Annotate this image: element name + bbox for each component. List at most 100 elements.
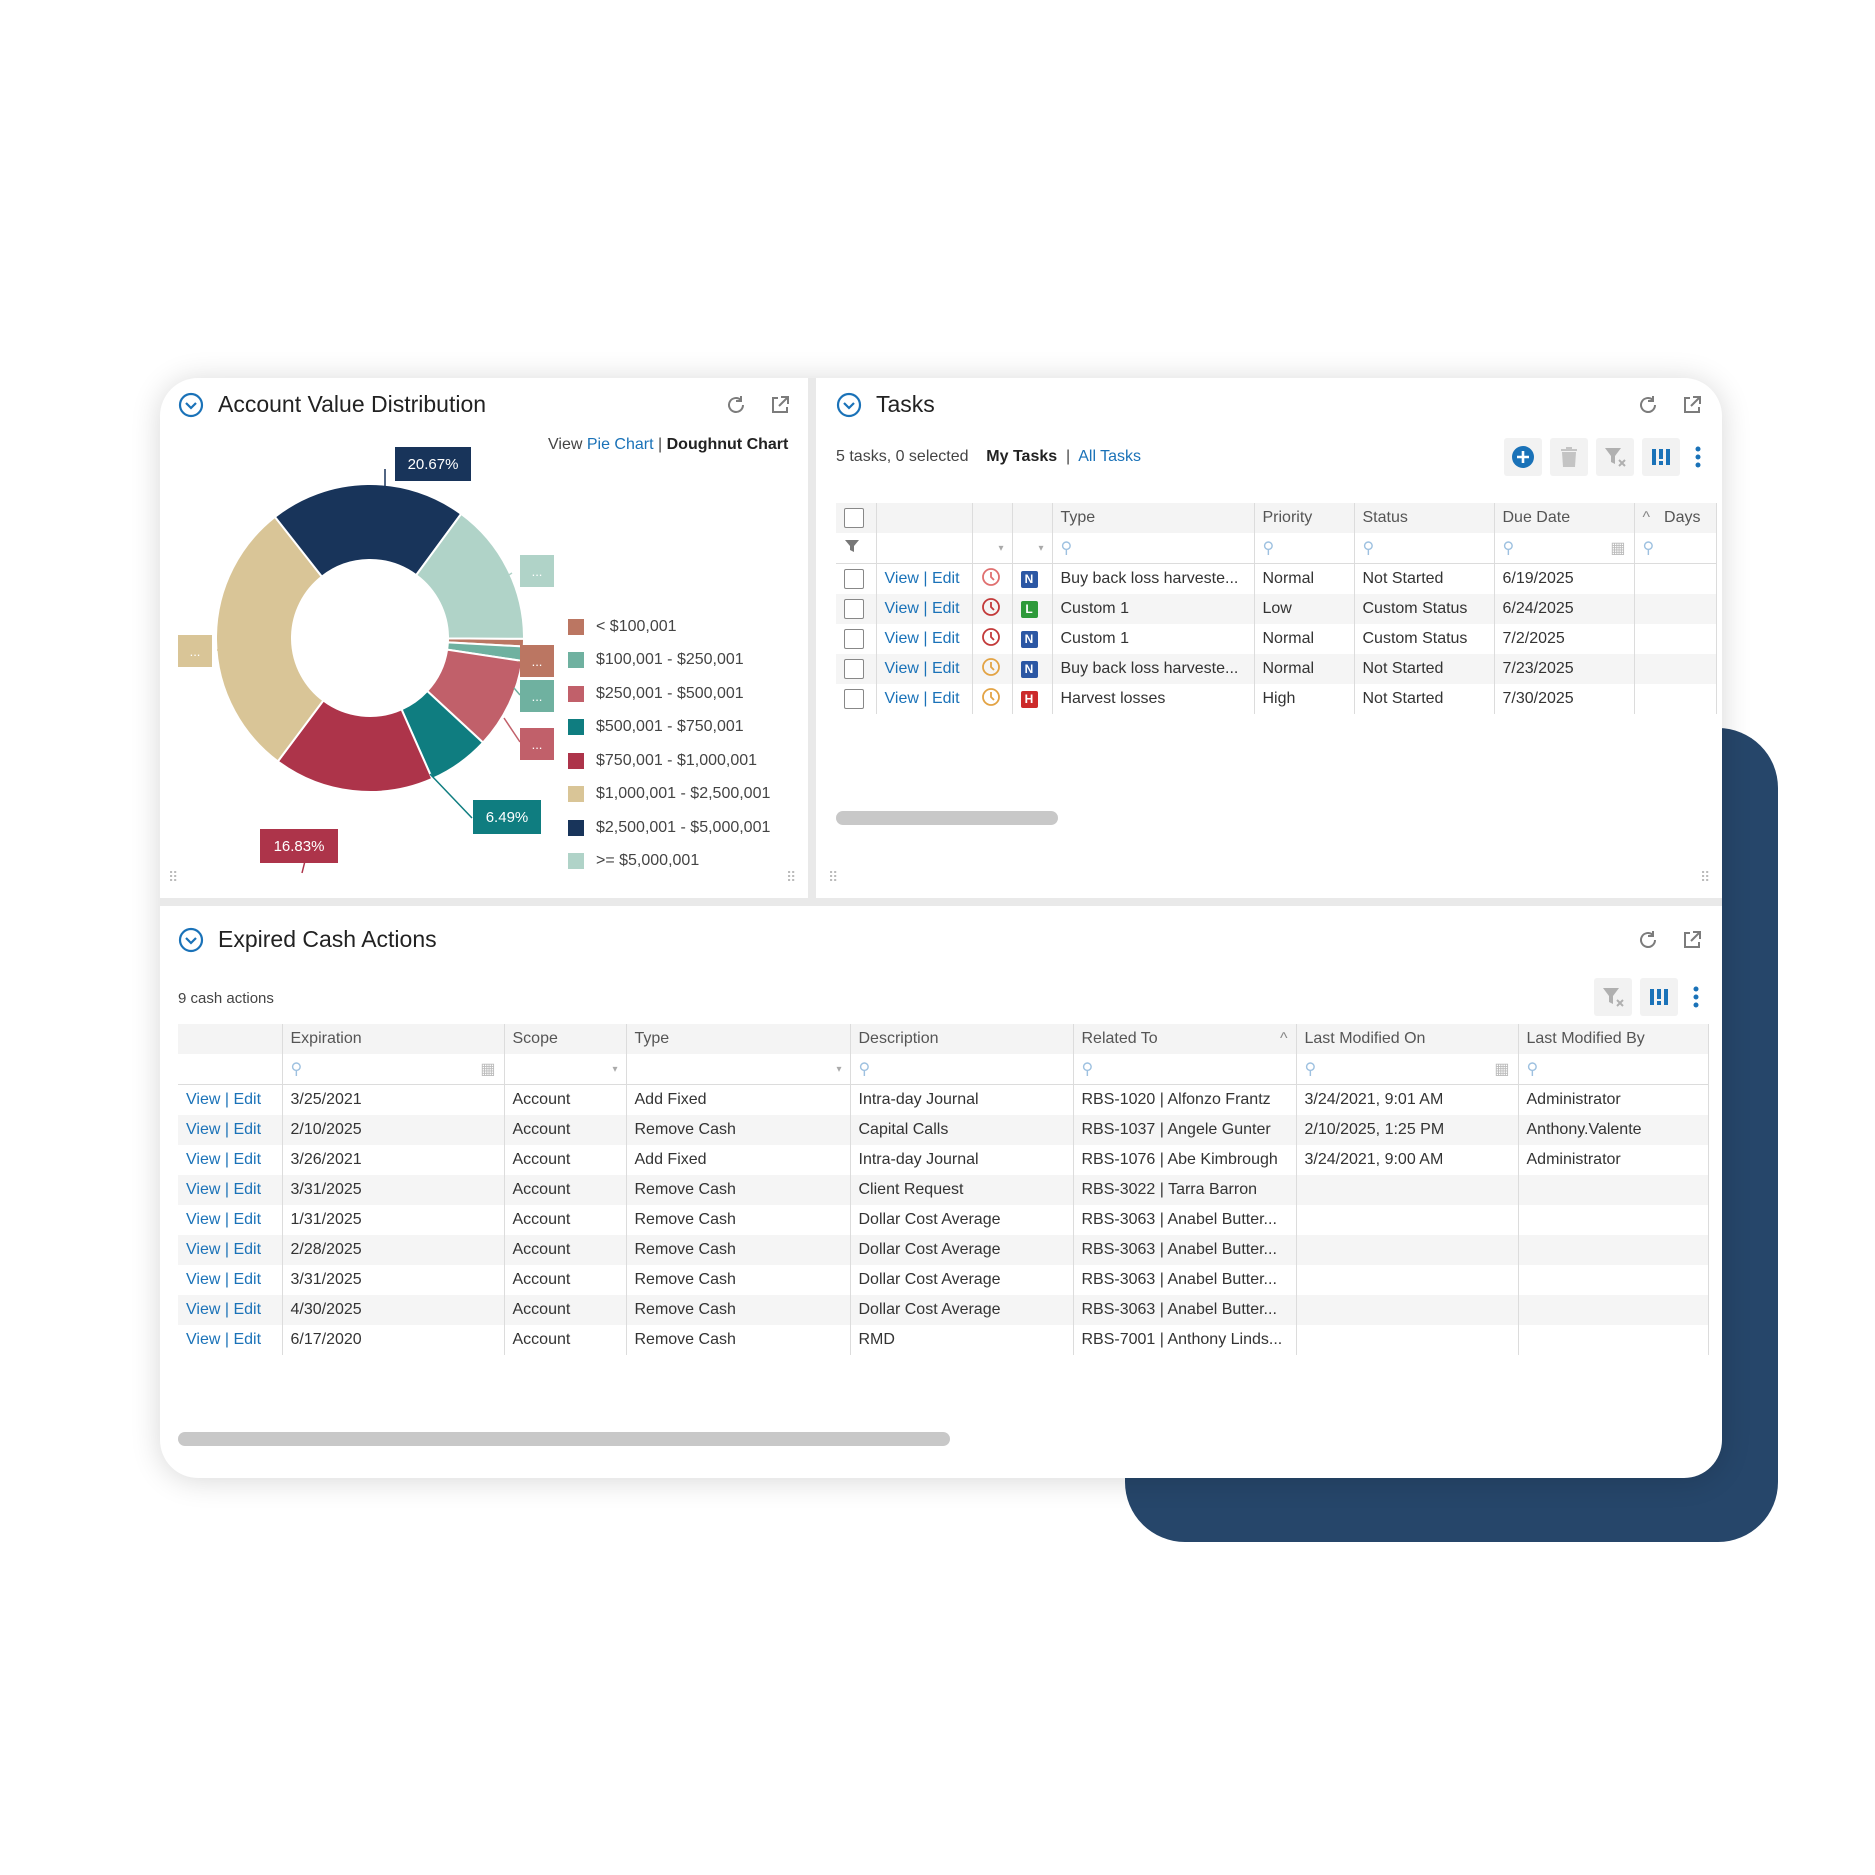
edit-link[interactable]: Edit	[932, 690, 960, 707]
hidden-label-250k-500k[interactable]: ...	[520, 728, 554, 760]
edit-link[interactable]: Edit	[233, 1151, 261, 1168]
column-header-type[interactable]: Type	[1052, 503, 1255, 533]
edit-link[interactable]: Edit	[233, 1241, 261, 1258]
view-link[interactable]: View	[186, 1271, 220, 1288]
all-tasks-link[interactable]: All Tasks	[1078, 448, 1141, 465]
resize-grip-icon[interactable]: ⠿	[828, 870, 842, 884]
calendar-icon[interactable]: ▦	[1610, 538, 1625, 558]
filter-cell[interactable]: ⚲ ▦	[1296, 1054, 1519, 1085]
table-row[interactable]: View | Edit N Custom 1 Normal Custom Status 7…	[836, 624, 1717, 654]
legend-item[interactable]: $250,001 - $500,001	[568, 677, 770, 711]
column-header-last-modified-on[interactable]: Last Modified On	[1296, 1024, 1519, 1054]
row-checkbox[interactable]	[844, 689, 864, 709]
legend-item[interactable]: >= $5,000,001	[568, 845, 770, 879]
filter-cell[interactable]: ⚲	[850, 1054, 1074, 1085]
view-link[interactable]: View	[186, 1121, 220, 1138]
dropdown-caret-icon[interactable]: ▾	[1038, 543, 1043, 554]
pie-chart-link[interactable]: Pie Chart	[587, 436, 654, 453]
more-options-button[interactable]	[1686, 978, 1706, 1016]
refresh-icon[interactable]	[1636, 393, 1660, 417]
legend-item[interactable]: $1,000,001 - $2,500,001	[568, 778, 770, 812]
edit-link[interactable]: Edit	[233, 1271, 261, 1288]
column-header-type[interactable]: Type	[626, 1024, 851, 1054]
filter-cell[interactable]: ▾	[626, 1054, 851, 1085]
edit-link[interactable]: Edit	[233, 1091, 261, 1108]
select-all-checkbox[interactable]	[844, 508, 864, 528]
row-checkbox[interactable]	[844, 569, 864, 589]
edit-link[interactable]: Edit	[932, 630, 960, 647]
my-tasks-link[interactable]: My Tasks	[986, 448, 1057, 465]
view-link[interactable]: View	[885, 600, 919, 617]
hidden-label-100k-250k[interactable]: ...	[520, 680, 554, 712]
pop-out-icon[interactable]	[768, 393, 792, 417]
edit-link[interactable]: Edit	[233, 1301, 261, 1318]
column-header-days[interactable]: ^ Days	[1634, 503, 1717, 533]
edit-link[interactable]: Edit	[233, 1211, 261, 1228]
edit-link[interactable]: Edit	[932, 600, 960, 617]
horizontal-scrollbar[interactable]	[836, 811, 1058, 825]
filter-cell[interactable]: ⚲	[1052, 533, 1255, 564]
table-row[interactable]: View | Edit 3/26/2021 Account Add Fixed Intr…	[178, 1145, 1709, 1175]
table-row[interactable]: View | Edit N Buy back loss harveste... Nor…	[836, 563, 1717, 594]
view-link[interactable]: View	[186, 1211, 220, 1228]
column-header-last-modified-by[interactable]: Last Modified By	[1518, 1024, 1709, 1054]
edit-link[interactable]: Edit	[233, 1121, 261, 1138]
filter-cell[interactable]: ⚲	[1073, 1054, 1297, 1085]
row-checkbox[interactable]	[844, 629, 864, 649]
column-header-priority[interactable]: Priority	[1254, 503, 1355, 533]
resize-grip-icon[interactable]: ⠿	[786, 870, 800, 884]
view-link[interactable]: View	[186, 1091, 220, 1108]
panel-divider-horizontal[interactable]	[160, 898, 1722, 906]
filter-icon[interactable]	[844, 538, 860, 554]
column-header-description[interactable]: Description	[850, 1024, 1074, 1054]
filter-cell[interactable]: ⚲	[1254, 533, 1355, 564]
edit-link[interactable]: Edit	[932, 570, 960, 587]
pop-out-icon[interactable]	[1680, 928, 1704, 952]
table-row[interactable]: View | Edit 2/28/2025 Account Remove Cash Do…	[178, 1235, 1709, 1265]
table-row[interactable]: View | Edit H Harvest losses High Not Starte…	[836, 684, 1717, 714]
edit-link[interactable]: Edit	[233, 1181, 261, 1198]
table-row[interactable]: View | Edit 3/25/2021 Account Add Fixed Intr…	[178, 1084, 1709, 1115]
column-header-expiration[interactable]: Expiration	[282, 1024, 505, 1054]
hidden-label-over-5m[interactable]: ...	[520, 555, 554, 587]
pop-out-icon[interactable]	[1680, 393, 1704, 417]
dropdown-caret-icon[interactable]: ▾	[998, 543, 1003, 554]
column-header-related-to[interactable]: Related To ^	[1073, 1024, 1297, 1054]
calendar-icon[interactable]: ▦	[480, 1059, 495, 1079]
calendar-icon[interactable]: ▦	[1494, 1059, 1509, 1079]
row-checkbox[interactable]	[844, 659, 864, 679]
refresh-icon[interactable]	[1636, 928, 1660, 952]
horizontal-scrollbar[interactable]	[178, 1432, 950, 1446]
more-options-button[interactable]	[1688, 438, 1708, 476]
hidden-label-1m-2-5m[interactable]: ...	[178, 635, 212, 667]
refresh-icon[interactable]	[724, 393, 748, 417]
edit-link[interactable]: Edit	[233, 1331, 261, 1348]
view-link[interactable]: View	[885, 630, 919, 647]
table-row[interactable]: View | Edit 6/17/2020 Account Remove Cash RM…	[178, 1325, 1709, 1355]
column-header-status[interactable]: Status	[1354, 503, 1495, 533]
view-link[interactable]: View	[186, 1301, 220, 1318]
row-checkbox[interactable]	[844, 599, 864, 619]
resize-grip-icon[interactable]: ⠿	[1700, 870, 1714, 884]
filter-cell[interactable]: ⚲	[1518, 1054, 1709, 1085]
filter-cell[interactable]: ⚲	[1354, 533, 1495, 564]
panel-divider-vertical[interactable]	[808, 378, 816, 898]
filter-cell[interactable]: ⚲ ▦	[282, 1054, 505, 1085]
column-chooser-button[interactable]	[1642, 438, 1680, 476]
resize-grip-icon[interactable]: ⠿	[168, 870, 182, 884]
legend-item[interactable]: $750,001 - $1,000,001	[568, 744, 770, 778]
view-link[interactable]: View	[186, 1331, 220, 1348]
view-link[interactable]: View	[186, 1151, 220, 1168]
view-link[interactable]: View	[885, 690, 919, 707]
collapse-chevron-icon[interactable]	[836, 392, 862, 418]
hidden-label-under-100k[interactable]: ...	[520, 645, 554, 677]
delete-task-button[interactable]	[1550, 438, 1588, 476]
view-link[interactable]: View	[186, 1181, 220, 1198]
column-header-due-date[interactable]: Due Date	[1494, 503, 1635, 533]
table-row[interactable]: View | Edit 1/31/2025 Account Remove Cash Do…	[178, 1205, 1709, 1235]
table-row[interactable]: View | Edit 4/30/2025 Account Remove Cash Do…	[178, 1295, 1709, 1325]
view-link[interactable]: View	[885, 660, 919, 677]
table-row[interactable]: View | Edit N Buy back loss harveste... Nor…	[836, 654, 1717, 684]
table-row[interactable]: View | Edit L Custom 1 Low Custom Status 6/24…	[836, 594, 1717, 624]
legend-item[interactable]: $500,001 - $750,001	[568, 711, 770, 745]
